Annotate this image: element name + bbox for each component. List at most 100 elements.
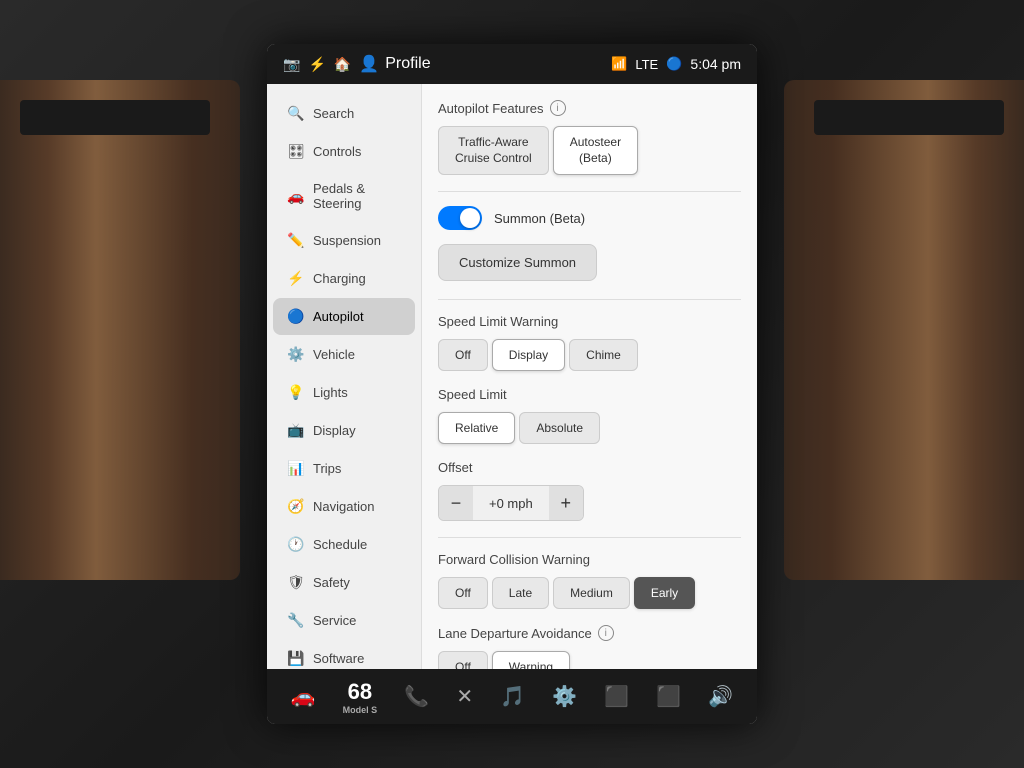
taskbar-close[interactable]: ✕	[456, 684, 473, 709]
home-icon: 🏠	[334, 56, 351, 73]
vent-left-top	[20, 100, 210, 135]
sidebar-software-label: Software	[313, 651, 364, 666]
sidebar-item-pedals[interactable]: 🚗 Pedals & Steering	[273, 171, 415, 221]
phone-icon: 📞	[404, 684, 429, 709]
speed-limit-buttons: Relative Absolute	[438, 412, 741, 444]
sidebar-lights-label: Lights	[313, 385, 348, 400]
taskbar-box1[interactable]: ⬛	[604, 684, 629, 709]
taskbar-car[interactable]: 🚗	[291, 684, 316, 709]
sidebar-item-schedule[interactable]: 🕐 Schedule	[273, 526, 415, 563]
taskbar-speed: 68 Model S	[343, 679, 378, 715]
autopilot-panel: Autopilot Features i Traffic-AwareCruise…	[422, 84, 757, 669]
time-display: 5:04 pm	[690, 56, 741, 72]
sidebar-item-display[interactable]: 📺 Display	[273, 412, 415, 449]
offset-plus-btn[interactable]: +	[549, 486, 583, 520]
bluetooth-icon: 🔵	[666, 56, 682, 72]
autopilot-info-icon[interactable]: i	[550, 100, 566, 116]
close-icon: ✕	[456, 684, 473, 709]
wood-panel-left	[0, 80, 240, 580]
speed-limit-warning-header: Speed Limit Warning	[438, 314, 741, 329]
trips-icon: 📊	[287, 460, 305, 477]
taskbar: 🚗 68 Model S 📞 ✕ 🎵 ⚙️ ⬛ ⬛	[267, 669, 757, 724]
taskbar-box2[interactable]: ⬛	[656, 684, 681, 709]
sidebar-service-label: Service	[313, 613, 356, 628]
sidebar-item-trips[interactable]: 📊 Trips	[273, 450, 415, 487]
wood-panel-right	[784, 80, 1024, 580]
profile-label[interactable]: Profile	[385, 55, 430, 73]
sidebar-item-lights[interactable]: 💡 Lights	[273, 374, 415, 411]
sidebar-item-autopilot[interactable]: 🔵 Autopilot	[273, 298, 415, 335]
autosteer-btn[interactable]: Autosteer(Beta)	[553, 126, 638, 175]
fcw-medium-btn[interactable]: Medium	[553, 577, 630, 609]
slw-off-btn[interactable]: Off	[438, 339, 488, 371]
divider-2	[438, 299, 741, 300]
speed-unit: Model S	[343, 705, 378, 715]
search-icon: 🔍	[287, 105, 305, 122]
main-screen: 📷 ⚡ 🏠 👤 Profile 📶 LTE 🔵 5:04 pm 🔍	[267, 44, 757, 724]
navigation-icon: 🧭	[287, 498, 305, 515]
vehicle-icon: ⚙️	[287, 346, 305, 363]
sidebar-item-software[interactable]: 💾 Software	[273, 640, 415, 669]
sidebar-item-controls[interactable]: 🎛 Controls	[273, 133, 415, 170]
taskbar-volume[interactable]: 🔊	[708, 684, 733, 709]
taskbar-media[interactable]: 🎵	[500, 684, 525, 709]
sidebar-charging-label: Charging	[313, 271, 366, 286]
lda-warning-btn[interactable]: Warning	[492, 651, 570, 669]
status-bar: 📷 ⚡ 🏠 👤 Profile 📶 LTE 🔵 5:04 pm	[267, 44, 757, 84]
sidebar-item-suspension[interactable]: ✏️ Suspension	[273, 222, 415, 259]
lda-title: Lane Departure Avoidance	[438, 626, 592, 641]
autopilot-features-title: Autopilot Features	[438, 101, 544, 116]
signal-icon: 📶	[611, 56, 627, 72]
summon-toggle-row: Summon (Beta)	[438, 206, 741, 230]
lda-off-btn[interactable]: Off	[438, 651, 488, 669]
fcw-early-btn[interactable]: Early	[634, 577, 695, 609]
status-right: 📶 LTE 🔵 5:04 pm	[611, 56, 741, 72]
speed-value: 68	[348, 679, 372, 705]
sidebar-item-safety[interactable]: 🛡 Safety	[273, 564, 415, 601]
customize-summon-btn[interactable]: Customize Summon	[438, 244, 597, 281]
summon-label: Summon (Beta)	[494, 211, 585, 226]
speed-limit-header: Speed Limit	[438, 387, 741, 402]
fcw-header: Forward Collision Warning	[438, 552, 741, 567]
vent-right-top	[814, 100, 1004, 135]
sidebar-search-label: Search	[313, 106, 354, 121]
sidebar-safety-label: Safety	[313, 575, 350, 590]
media-icon: 🎵	[500, 684, 525, 709]
fcw-late-btn[interactable]: Late	[492, 577, 549, 609]
speed-limit-warning-title: Speed Limit Warning	[438, 314, 558, 329]
lightning-icon: ⚡	[308, 56, 325, 73]
taskbar-settings[interactable]: ⚙️	[552, 684, 577, 709]
profile-section[interactable]: 👤 Profile	[359, 54, 430, 74]
sidebar-item-vehicle[interactable]: ⚙️ Vehicle	[273, 336, 415, 373]
person-icon: 👤	[359, 54, 379, 74]
sidebar-schedule-label: Schedule	[313, 537, 367, 552]
sidebar-navigation-label: Navigation	[313, 499, 374, 514]
slw-display-btn[interactable]: Display	[492, 339, 565, 371]
summon-toggle[interactable]	[438, 206, 482, 230]
traffic-aware-btn[interactable]: Traffic-AwareCruise Control	[438, 126, 549, 175]
sidebar-item-charging[interactable]: ⚡ Charging	[273, 260, 415, 297]
sidebar-controls-label: Controls	[313, 144, 361, 159]
divider-3	[438, 537, 741, 538]
sidebar-suspension-label: Suspension	[313, 233, 381, 248]
sidebar-autopilot-label: Autopilot	[313, 309, 364, 324]
fcw-off-btn[interactable]: Off	[438, 577, 488, 609]
offset-minus-btn[interactable]: −	[439, 486, 473, 520]
car-background: 📷 ⚡ 🏠 👤 Profile 📶 LTE 🔵 5:04 pm 🔍	[0, 0, 1024, 768]
sl-absolute-btn[interactable]: Absolute	[519, 412, 600, 444]
offset-title: Offset	[438, 460, 472, 475]
sidebar-pedals-label: Pedals & Steering	[313, 181, 401, 211]
autopilot-features-header: Autopilot Features i	[438, 100, 741, 116]
offset-control: − +0 mph +	[438, 485, 584, 521]
sidebar-item-search[interactable]: 🔍 Search	[273, 95, 415, 132]
taskbar-phone[interactable]: 📞	[404, 684, 429, 709]
lda-info-icon[interactable]: i	[598, 625, 614, 641]
slw-chime-btn[interactable]: Chime	[569, 339, 638, 371]
offset-header: Offset	[438, 460, 741, 475]
fcw-buttons: Off Late Medium Early	[438, 577, 741, 609]
sidebar: 🔍 Search 🎛 Controls 🚗 Pedals & Steering …	[267, 84, 422, 669]
sidebar-item-service[interactable]: 🔧 Service	[273, 602, 415, 639]
sidebar-item-navigation[interactable]: 🧭 Navigation	[273, 488, 415, 525]
sl-relative-btn[interactable]: Relative	[438, 412, 515, 444]
safety-icon: 🛡	[287, 574, 305, 591]
